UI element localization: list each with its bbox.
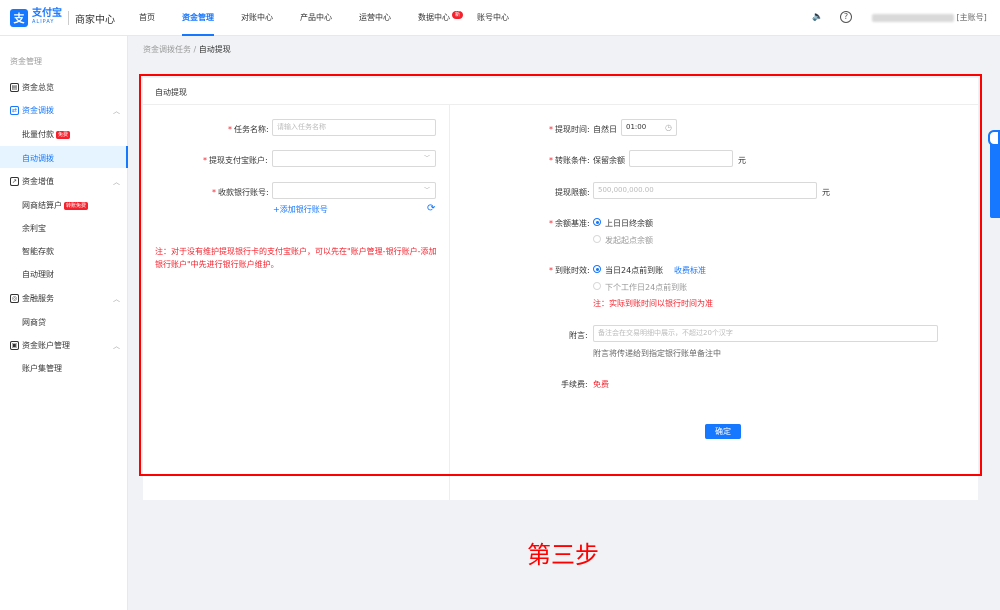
- alipay-logo[interactable]: 支 支付宝 ALIPAY 商家中心: [10, 9, 115, 27]
- sidebar-active-highlight: [0, 146, 128, 168]
- nav-fund-management[interactable]: 资金管理: [182, 0, 214, 36]
- sidebar-group-finance[interactable]: ◎ 金融服务 ︿: [10, 293, 120, 304]
- help-icon[interactable]: ?: [840, 11, 852, 23]
- breadcrumb: 资金调拨任务 / 自动提现: [143, 45, 231, 54]
- sidebar-title: 资金管理: [10, 57, 42, 66]
- sound-icon[interactable]: 🔈: [812, 11, 824, 23]
- breadcrumb-current: 自动提现: [198, 45, 231, 54]
- sidebar: 资金管理 ▤ 资金总览 ⇄ 资金调拨 ︿ 批量付款 免费 自动调拨 ↗ 资金增值 …: [0, 36, 128, 610]
- account-name-blurred: [872, 13, 954, 22]
- new-badge: 新: [451, 11, 463, 19]
- chevron-up-icon: ︿: [113, 177, 120, 186]
- top-bar: 支 支付宝 ALIPAY 商家中心 首页 资金管理 对账中心 产品中心 运营中心…: [0, 0, 1000, 36]
- account-role: [主账号]: [956, 13, 987, 22]
- top-nav: 首页 资金管理 对账中心 产品中心 运营中心 数据中心新 账号中心: [139, 0, 536, 36]
- sidebar-group-appreciation[interactable]: ↗ 资金增值 ︿: [10, 176, 120, 187]
- sidebar-item-mybank-account[interactable]: 网商结算户 转账免费: [22, 200, 89, 211]
- transfer-free-badge: 转账免费: [64, 202, 89, 210]
- merchant-center-label: 商家中心: [75, 14, 115, 26]
- nav-data-center[interactable]: 数据中心新: [418, 0, 463, 36]
- logo-separator: [68, 11, 69, 25]
- sidebar-item-yulibao[interactable]: 余利宝: [22, 223, 46, 234]
- free-badge: 免费: [56, 131, 71, 139]
- overview-icon: ▤: [10, 83, 19, 92]
- nav-reconciliation[interactable]: 对账中心: [241, 0, 273, 36]
- chart-icon: ↗: [10, 177, 19, 186]
- floating-assistant-icon[interactable]: [988, 130, 1000, 146]
- sidebar-item-smart-deposit[interactable]: 智能存款: [22, 246, 54, 257]
- sidebar-group-account-mgmt[interactable]: ▣ 资金账户管理 ︿: [10, 340, 120, 351]
- nav-operations[interactable]: 运营中心: [359, 0, 391, 36]
- nav-account-center[interactable]: 账号中心: [477, 0, 509, 36]
- sidebar-item-auto-finance[interactable]: 自动理财: [22, 269, 54, 280]
- chevron-up-icon: ︿: [113, 341, 120, 350]
- step-annotation: 第三步: [527, 541, 599, 569]
- chevron-up-icon: ︿: [113, 106, 120, 115]
- alipay-logo-icon: 支: [10, 9, 28, 27]
- annotation-frame: [139, 74, 982, 476]
- finance-icon: ◎: [10, 294, 19, 303]
- floating-service-tab[interactable]: [990, 138, 1000, 218]
- account-icon: ▣: [10, 341, 19, 350]
- logo-en-text: ALIPAY: [32, 19, 55, 25]
- account-menu[interactable]: [主账号]: [872, 12, 987, 23]
- nav-products[interactable]: 产品中心: [300, 0, 332, 36]
- transfer-icon: ⇄: [10, 106, 19, 115]
- sidebar-group-transfer[interactable]: ⇄ 资金调拨 ︿: [10, 105, 120, 116]
- sidebar-item-batch-pay[interactable]: 批量付款 免费: [22, 129, 71, 140]
- breadcrumb-parent[interactable]: 资金调拨任务: [143, 45, 191, 54]
- logo-cn-text: 支付宝: [32, 8, 62, 19]
- sidebar-item-auto-transfer[interactable]: 自动调拨: [22, 153, 54, 164]
- sidebar-item-mybank-loan[interactable]: 网商贷: [22, 317, 46, 328]
- nav-home[interactable]: 首页: [139, 0, 155, 36]
- sidebar-group-overview[interactable]: ▤ 资金总览: [10, 82, 120, 93]
- sidebar-item-account-set[interactable]: 账户集管理: [22, 363, 62, 374]
- chevron-up-icon: ︿: [113, 294, 120, 303]
